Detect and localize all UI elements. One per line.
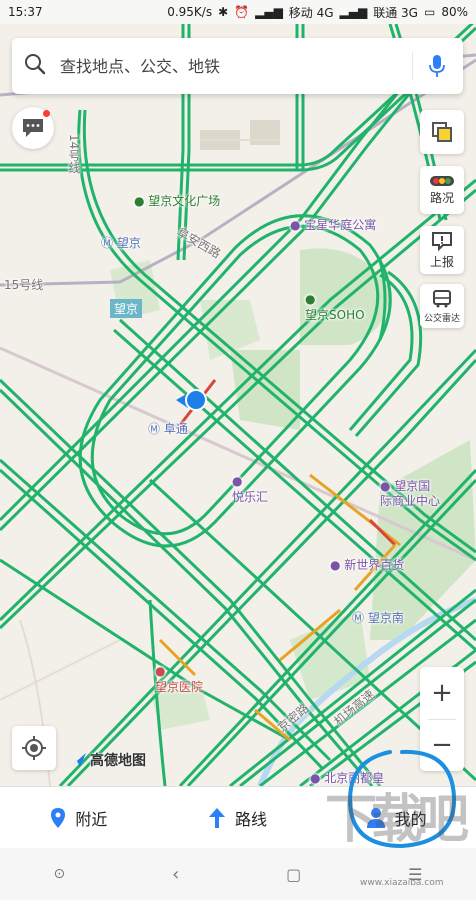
poi-icon: ● [290,218,305,232]
battery-icon: ▭ [423,5,436,19]
bus-radar-button[interactable]: 公交雷达 [420,284,464,328]
poi-yuelehui[interactable]: ● 悦乐汇 [232,474,268,505]
metro-icon: Ⓜ [101,236,117,250]
district-wangjing: 望京 [110,299,143,318]
layers-button[interactable] [420,110,464,154]
user-location-marker[interactable] [176,388,210,412]
tab-route-label: 路线 [235,810,268,829]
search-input[interactable] [46,55,412,77]
status-left: 15:37 [8,5,43,19]
traffic-label: 路况 [429,190,454,205]
signal-icon: ▂▄▆ [255,5,283,19]
traffic-light-icon [430,175,454,186]
network-speed: 0.95K/s [167,5,213,19]
metro-station-wangjingnan[interactable]: Ⓜ 望京南 [352,609,404,626]
location-pin-icon [51,808,66,828]
microphone-icon [429,55,445,77]
nav-back-icon[interactable]: ‹ [172,864,179,885]
metro-icon: Ⓜ [352,611,368,625]
poi-icon: ● [330,558,345,572]
metro-station-wangjing[interactable]: Ⓜ 望京 [101,234,141,251]
zoom-in-button[interactable]: + [420,667,464,719]
watermark-url: www.xiazaiba.com [360,878,444,888]
building-block [200,120,280,150]
poi-baoxing-apartment[interactable]: ● 宝星华庭公寓 [290,216,376,233]
poi-icon: ● [155,664,166,678]
report-button[interactable]: 上报 [420,226,464,274]
notification-dot [43,110,50,117]
poi-new-world-store[interactable]: ● 新世界百货 [330,556,404,573]
carrier2: 联通 3G [373,5,418,20]
traffic-button[interactable]: 路况 [420,166,464,214]
voice-search-button[interactable] [412,52,451,80]
zoom-divider [428,719,456,720]
poi-wangjing-culture-square[interactable]: ● 望京文化广场 [134,192,220,209]
poi-icon: ● [232,474,243,488]
highlight-circle-annotation [347,749,457,849]
report-label: 上报 [429,254,454,269]
locate-button[interactable] [12,726,56,770]
carrier1: 移动 4G [288,5,334,20]
crosshair-icon [22,736,46,760]
message-button[interactable] [12,107,54,149]
metro-line-15-label: 15号线 [4,278,44,292]
report-icon [432,231,452,251]
system-nav-bar: ⊙ ‹ ▢ ☰ [0,848,476,900]
map-canvas[interactable]: ● 望京文化广场 Ⓜ 望京 望京 ● 宝星华庭公寓 ● 望京SOHO Ⓜ 阜通 … [0,24,476,786]
location-dot [185,389,207,411]
logo-arrow-icon [70,753,86,767]
search-bar[interactable] [12,38,463,94]
alarm-icon: ⏰ [234,5,250,19]
logo-text: 高德地图 [90,753,146,769]
bluetooth-icon: ✱ [218,5,229,19]
metro-line-14-label: 14号线 [67,134,81,174]
metro-station-futong[interactable]: Ⓜ 阜通 [148,420,188,437]
tab-route[interactable]: 路线 [159,787,318,849]
route-arrow-icon [209,808,225,828]
poi-icon: ● [380,479,395,493]
signal-icon-2: ▂▄▆ [339,5,368,19]
poi-wangjing-hospital[interactable]: ● 望京医院 [155,664,203,695]
bus-icon [433,289,451,307]
poi-wangjing-international[interactable]: ● 望京国际商业中心 [380,479,442,509]
poi-icon: ● [134,194,149,208]
metro-icon: Ⓜ [148,422,164,436]
status-right: 0.95K/s ✱ ⏰ ▂▄▆ 移动 4G ▂▄▆ 联通 3G ▭ 80% [167,4,468,21]
poi-wangjing-soho[interactable]: ● 望京SOHO [305,292,365,323]
nav-assist-icon[interactable]: ⊙ [53,866,65,882]
tab-nearby-label: 附近 [75,810,108,829]
poi-icon: ● [310,771,325,785]
bus-radar-label: 公交雷达 [423,313,460,324]
battery-level: 80% [441,5,468,19]
tab-nearby[interactable]: 附近 [0,787,159,849]
status-time: 15:37 [8,5,43,19]
layers-icon [432,122,452,142]
chat-bubble-icon [23,119,43,137]
amap-logo: 高德地图 [70,750,146,770]
search-icon [24,53,46,79]
nav-home-icon[interactable]: ▢ [286,865,301,884]
status-bar: 15:37 0.95K/s ✱ ⏰ ▂▄▆ 移动 4G ▂▄▆ 联通 3G ▭ … [0,0,476,24]
poi-icon: ● [305,292,316,306]
